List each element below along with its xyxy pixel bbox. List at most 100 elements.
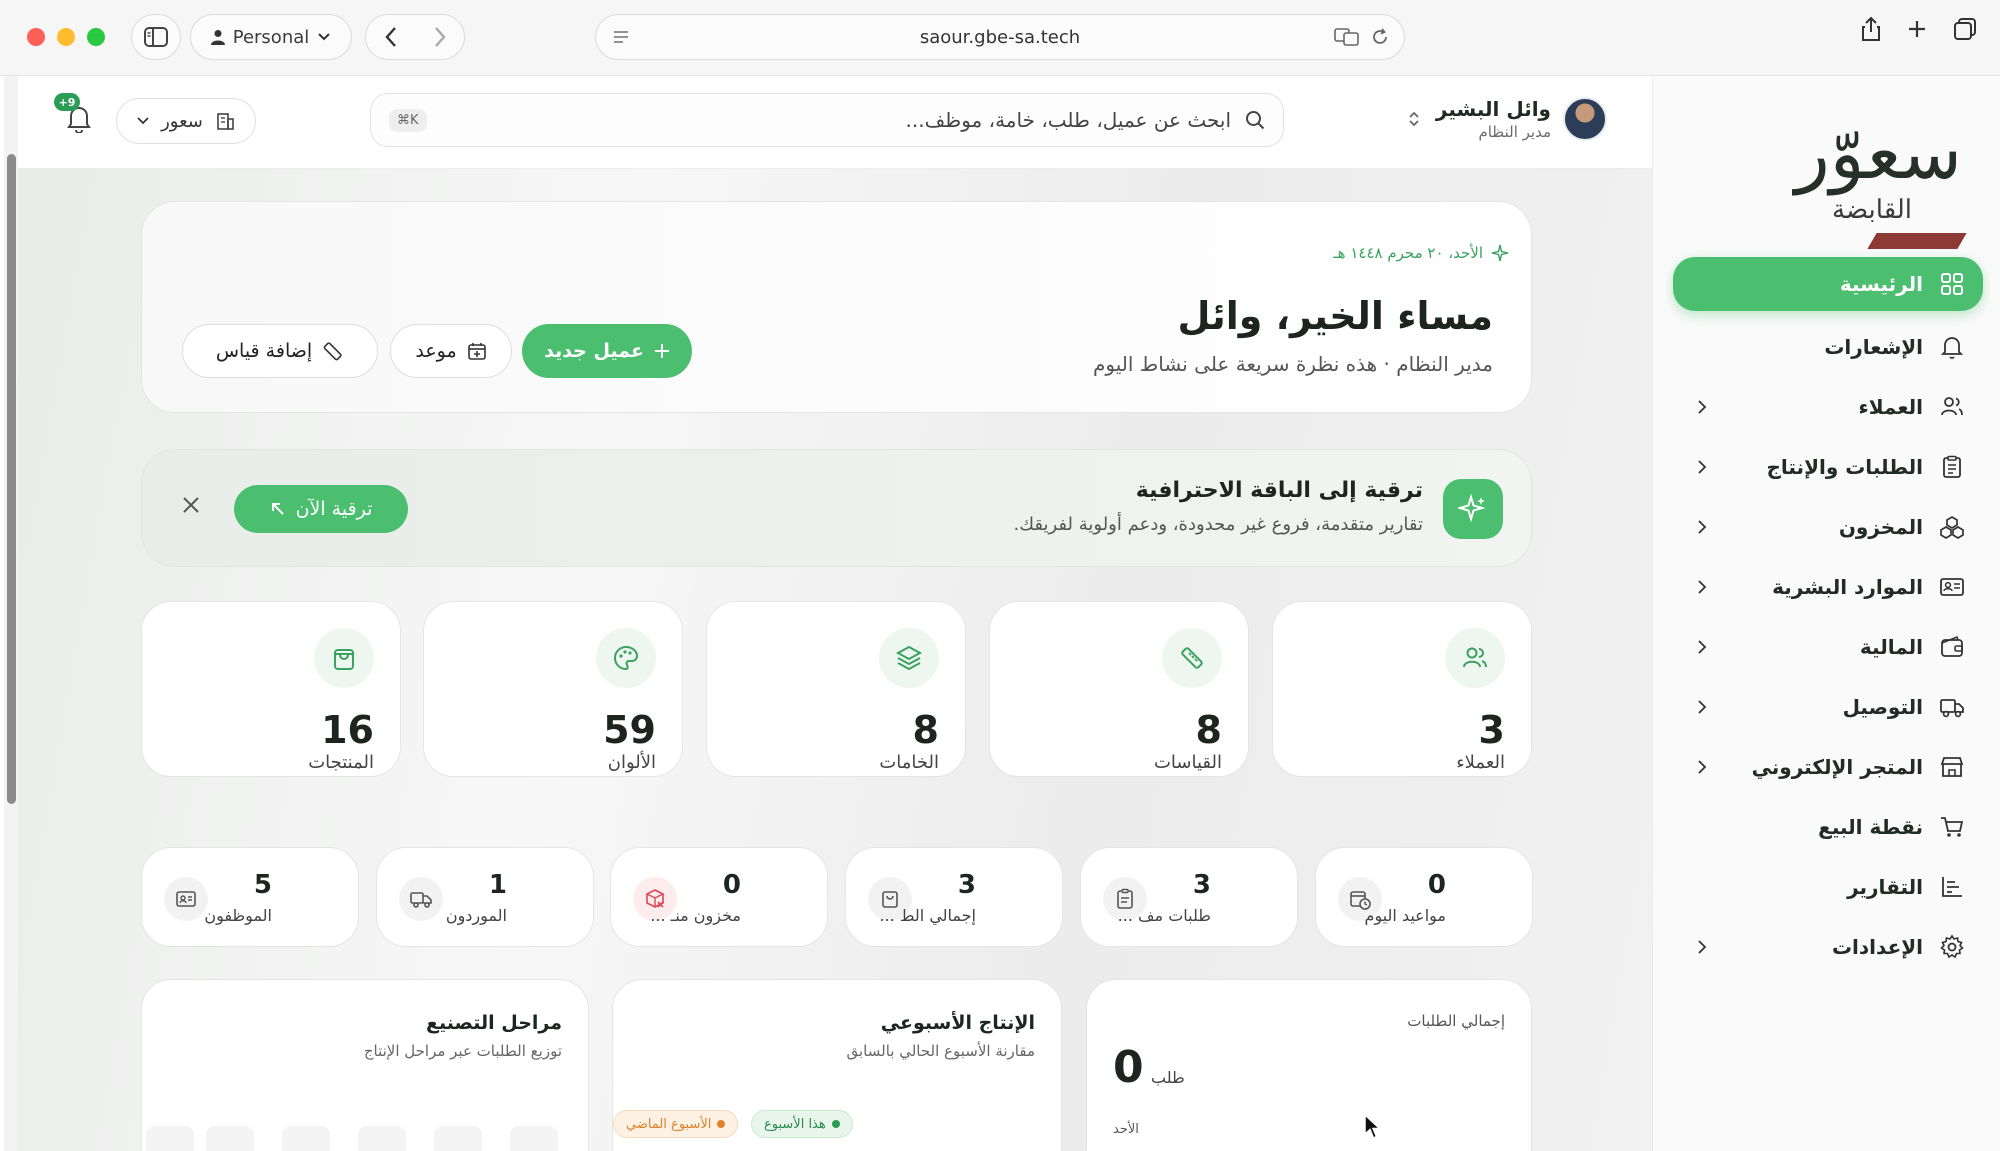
appointment-button[interactable]: موعد bbox=[390, 324, 512, 378]
orders-unit: طلب bbox=[1151, 1068, 1185, 1087]
date-line: الأحد، ٢٠ محرم ١٤٤٨ هـ bbox=[1333, 244, 1509, 262]
upgrade-banner: ترقية إلى الباقة الاحترافية تقارير متقدم… bbox=[141, 449, 1532, 567]
upgrade-button-label: ترقية الآن bbox=[295, 498, 373, 520]
weekly-production-panel: الإنتاج الأسبوعي مقارنة الأسبوع الحالي ب… bbox=[612, 979, 1062, 1151]
sidebar-item-label: التقارير bbox=[1847, 875, 1923, 899]
avatar bbox=[1563, 97, 1607, 141]
mini-stat-label: مخزون منـ ... bbox=[650, 906, 741, 925]
stat-label: القياسات bbox=[1153, 752, 1222, 773]
arrow-up-left-icon bbox=[271, 503, 284, 515]
building-icon bbox=[217, 113, 234, 130]
orders-count: 0 bbox=[1113, 1042, 1144, 1093]
stage-bar bbox=[510, 1126, 558, 1151]
sidebar-item-home[interactable]: الرئيسية bbox=[1673, 257, 1983, 311]
day-label: الأحد bbox=[1113, 1122, 1139, 1137]
gear-icon bbox=[1940, 934, 1964, 959]
stat-card-products[interactable]: 16 المنتجات bbox=[141, 601, 401, 777]
sidebar-item-label: العملاء bbox=[1858, 395, 1923, 419]
mini-stat-low-stock[interactable]: 0 مخزون منـ ... bbox=[610, 847, 828, 947]
sidebar-item-label: الطلبات والإنتاج bbox=[1766, 455, 1923, 479]
mini-stat-value: 3 bbox=[1192, 870, 1211, 900]
sidebar-item-notifications[interactable]: الإشعارات bbox=[1673, 317, 1983, 377]
welcome-card: الأحد، ٢٠ محرم ١٤٤٨ هـ مساء الخير، وائل … bbox=[141, 201, 1532, 413]
branch-selector[interactable]: سعور bbox=[116, 98, 256, 144]
reader-icon[interactable] bbox=[612, 28, 630, 46]
mini-stat-label: طلبات مف ... bbox=[1117, 906, 1211, 925]
sidebar-item-settings[interactable]: الإعدادات bbox=[1673, 917, 1983, 977]
appointment-label: موعد bbox=[415, 340, 457, 362]
panel-subtitle: توزيع الطلبات عبر مراحل الإنتاج bbox=[363, 1042, 562, 1060]
notification-badge: +9 bbox=[54, 93, 80, 111]
branch-label: سعور bbox=[161, 110, 203, 132]
address-bar[interactable]: saour.gbe-sa.tech bbox=[595, 14, 1405, 60]
user-menu[interactable]: وائل البشير مدير النظام bbox=[1408, 97, 1607, 141]
sidebar-icon bbox=[144, 27, 168, 47]
profile-button[interactable]: Personal bbox=[190, 14, 352, 60]
panel-title: مراحل التصنيع bbox=[426, 1012, 562, 1034]
mini-stat-value: 5 bbox=[253, 870, 272, 900]
upgrade-subtitle: تقارير متقدمة، فروع غير محدودة، ودعم أول… bbox=[1013, 514, 1423, 535]
id-card-icon bbox=[1940, 578, 1964, 596]
add-measurement-button[interactable]: إضافة قياس bbox=[182, 324, 378, 378]
search-box[interactable]: ⌘K ابحث عن عميل، طلب، خامة، موظف... bbox=[370, 93, 1284, 147]
forward-icon[interactable] bbox=[433, 26, 447, 48]
sidebar-item-inventory[interactable]: المخزون bbox=[1673, 497, 1983, 557]
search-input[interactable]: ابحث عن عميل، طلب، خامة، موظف... bbox=[906, 108, 1231, 132]
greeting-title: مساء الخير، وائل bbox=[1177, 294, 1493, 338]
close-window-button[interactable] bbox=[27, 28, 45, 46]
legend-last-week[interactable]: الأسبوع الماضي bbox=[613, 1110, 739, 1138]
chevron-right-icon bbox=[1698, 460, 1707, 474]
sidebar-item-delivery[interactable]: التوصيل bbox=[1673, 677, 1983, 737]
new-client-button[interactable]: عميل جديد bbox=[522, 324, 692, 378]
sidebar-item-finance[interactable]: المالية bbox=[1673, 617, 1983, 677]
upgrade-now-button[interactable]: ترقية الآن bbox=[234, 485, 408, 533]
sidebar-item-label: التوصيل bbox=[1842, 695, 1923, 719]
legend-label: الأسبوع الماضي bbox=[626, 1116, 712, 1132]
sidebar-item-online-store[interactable]: المتجر الإلكتروني bbox=[1673, 737, 1983, 797]
stat-card-clients[interactable]: 3 العملاء bbox=[1272, 601, 1532, 777]
stat-card-measurements[interactable]: 8 القياسات bbox=[989, 601, 1249, 777]
chevron-right-icon bbox=[1698, 640, 1707, 654]
stage-bar bbox=[434, 1126, 482, 1151]
sidebar-item-label: المخزون bbox=[1838, 515, 1923, 539]
bell-icon bbox=[1940, 337, 1964, 359]
page-scrollbar[interactable] bbox=[4, 76, 18, 1151]
ruler-icon bbox=[323, 342, 342, 361]
mini-stat-value: 3 bbox=[957, 870, 976, 900]
stat-value: 8 bbox=[1195, 708, 1222, 752]
user-name: وائل البشير bbox=[1435, 97, 1551, 121]
person-icon bbox=[210, 30, 225, 45]
close-icon[interactable] bbox=[182, 496, 200, 514]
chevron-right-icon bbox=[1698, 520, 1707, 534]
reload-icon[interactable] bbox=[1370, 27, 1390, 47]
stat-value: 59 bbox=[603, 708, 656, 752]
minimize-window-button[interactable] bbox=[57, 28, 75, 46]
sidebar-toggle-button[interactable] bbox=[131, 14, 181, 60]
mini-stat-label: إجمالي الط ... bbox=[879, 906, 976, 925]
browser-toolbar: Personal saour.gbe-sa.tech bbox=[0, 0, 2000, 76]
translate-icon[interactable] bbox=[1334, 27, 1360, 47]
mouse-cursor-icon bbox=[1364, 1114, 1382, 1140]
new-tab-icon[interactable] bbox=[1906, 16, 1928, 42]
mini-stat-suppliers[interactable]: 1 الموردون bbox=[376, 847, 594, 947]
share-icon[interactable] bbox=[1860, 16, 1882, 42]
back-icon[interactable] bbox=[384, 26, 398, 48]
tab-overview-icon[interactable] bbox=[1952, 16, 1978, 42]
legend-this-week[interactable]: هذا الأسبوع bbox=[751, 1110, 853, 1138]
mini-stat-employees[interactable]: 5 الموظفون bbox=[141, 847, 359, 947]
sidebar-item-clients[interactable]: العملاء bbox=[1673, 377, 1983, 437]
mini-stat-open-orders[interactable]: 3 طلبات مف ... bbox=[1080, 847, 1298, 947]
sidebar-item-hr[interactable]: الموارد البشرية bbox=[1673, 557, 1983, 617]
stage-bar bbox=[358, 1126, 406, 1151]
sidebar-item-reports[interactable]: التقارير bbox=[1673, 857, 1983, 917]
stat-card-materials[interactable]: 8 الخامات bbox=[706, 601, 966, 777]
mini-stat-appointments[interactable]: 0 مواعيد اليوم bbox=[1315, 847, 1533, 947]
scrollbar-thumb[interactable] bbox=[7, 154, 16, 804]
stage-bar bbox=[282, 1126, 330, 1151]
mini-stat-total-orders[interactable]: 3 إجمالي الط ... bbox=[845, 847, 1063, 947]
sidebar-item-orders[interactable]: الطلبات والإنتاج bbox=[1673, 437, 1983, 497]
zoom-window-button[interactable] bbox=[87, 28, 105, 46]
stat-card-colors[interactable]: 59 الألوان bbox=[423, 601, 683, 777]
sidebar-item-pos[interactable]: نقطة البيع bbox=[1673, 797, 1983, 857]
sidebar-item-label: نقطة البيع bbox=[1818, 815, 1923, 839]
